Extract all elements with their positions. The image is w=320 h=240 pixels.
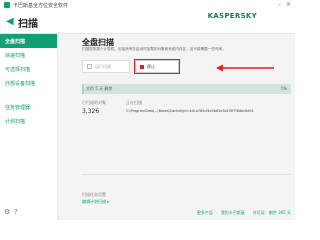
minimize-button[interactable]: – — [278, 1, 281, 8]
back-arrow-icon[interactable]: ◀ — [6, 17, 16, 27]
sidebar: 全盘扫描 快速扫描 可选择扫描 外部设备扫描 任务管理器 计划扫描 ⚙ ? — [0, 34, 58, 220]
sidebar-item-scheduled-scan[interactable]: 计划扫描 — [0, 114, 57, 128]
window-title: 卡巴斯基全方位安全软件 — [13, 2, 69, 9]
kaspersky-app-icon — [4, 2, 10, 8]
footer-link-license[interactable]: 许可证：剩余 365 天 — [253, 210, 291, 216]
stop-label: 停止 — [147, 63, 155, 69]
help-icon[interactable]: ? — [14, 209, 21, 216]
divider — [82, 174, 291, 175]
page-title: 扫描 — [18, 19, 38, 30]
run-scan-label: 运行扫描 — [95, 63, 111, 69]
footer-link-more-products[interactable]: 更多产品 — [197, 210, 213, 216]
sidebar-item-external-device-scan[interactable]: 外部设备扫描 — [0, 76, 57, 90]
scanned-objects-count: 3,326 — [82, 108, 100, 115]
close-button[interactable]: ✕ — [286, 1, 291, 8]
current-scan-label: 正在扫描 — [126, 100, 142, 105]
red-arrow-annotation — [216, 64, 274, 72]
footer-link-my-kaspersky[interactable]: 我的卡巴斯基 — [221, 210, 245, 216]
play-icon — [87, 64, 92, 69]
footer: 更多产品 我的卡巴斯基 许可证：剩余 365 天 — [58, 206, 295, 220]
sidebar-item-task-manager[interactable]: 任务管理器 — [0, 100, 57, 114]
gear-icon[interactable]: ⚙ — [4, 209, 11, 216]
main-panel: 全盘扫描 扫描您的整个计算机。包括所有在启动时加载的对象和系统内存区，这可能需要… — [58, 34, 295, 220]
edit-schedule-link[interactable]: 编辑计划扫描 ▸ — [82, 199, 109, 205]
schedule-settings-label: 扫描任务设置 — [82, 192, 106, 197]
current-scan-path: C:\ProgramData\...\Bases\Cache\kjim.kdl.… — [126, 109, 254, 113]
brand-logo: KASPERSKY — [207, 12, 257, 20]
progress-remaining-text: 大约 5 天 剩余 — [86, 86, 113, 91]
sidebar-item-full-scan[interactable]: 全盘扫描 — [0, 34, 57, 48]
scan-progress-bar: 大约 5 天 剩余 1% — [82, 84, 291, 94]
run-scan-button[interactable]: 运行扫描 — [82, 60, 130, 73]
progress-percent: 1% — [280, 86, 287, 91]
stop-button[interactable]: 停止 — [134, 59, 180, 74]
progress-fill — [82, 84, 85, 94]
sidebar-item-quick-scan[interactable]: 快速扫描 — [0, 48, 57, 62]
scan-description: 扫描您的整个计算机。包括所有在启动时加载的对象和系统内存区，这可能需要一些时间。 — [82, 47, 226, 51]
scanned-objects-label: 已扫描的对象 — [82, 100, 106, 105]
header: ◀ 扫描 KASPERSKY — [0, 10, 295, 34]
stop-icon — [140, 64, 144, 69]
sidebar-item-selective-scan[interactable]: 可选择扫描 — [0, 62, 57, 76]
title-bar: 卡巴斯基全方位安全软件 – ✕ — [0, 0, 295, 10]
